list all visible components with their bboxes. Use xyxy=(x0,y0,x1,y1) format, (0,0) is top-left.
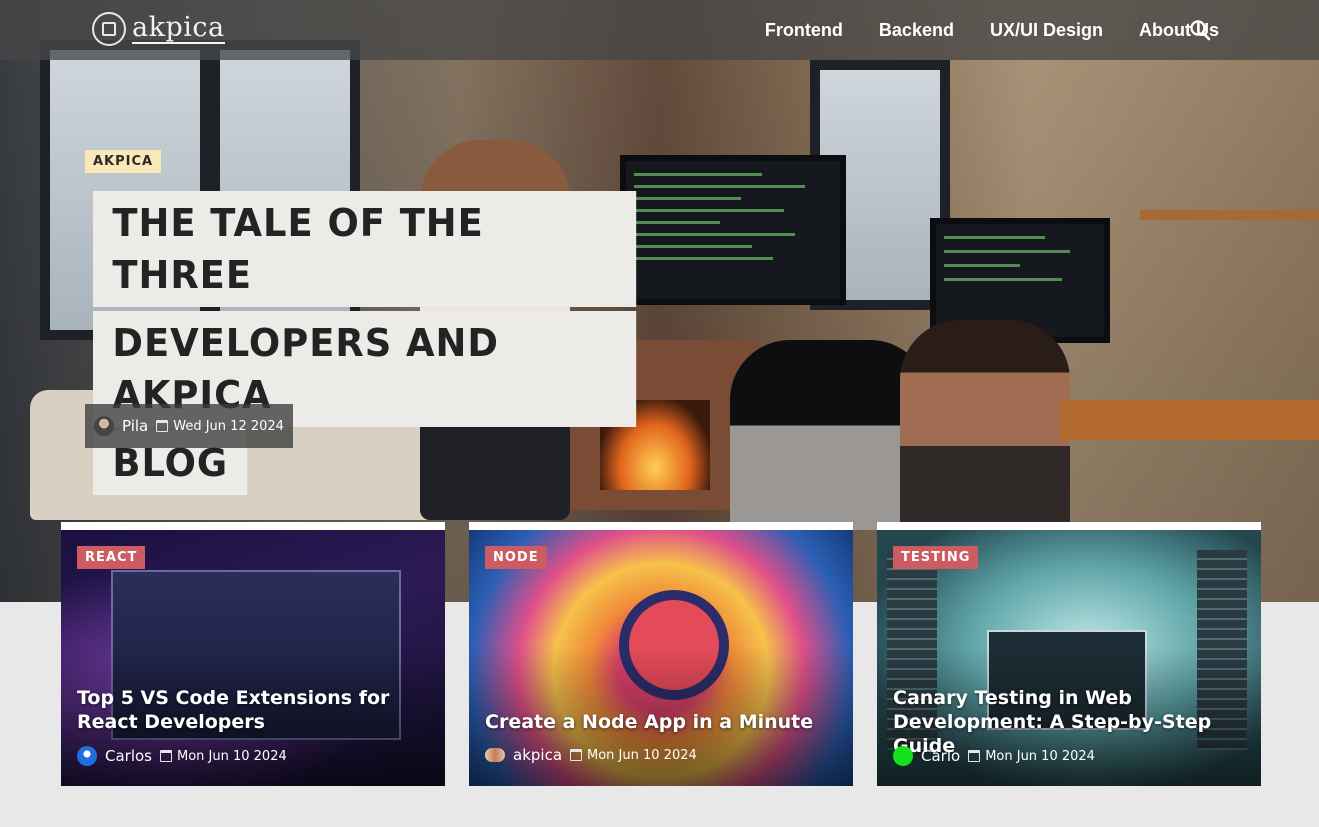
post-date-text: Mon Jun 10 2024 xyxy=(985,748,1095,764)
background-person xyxy=(900,320,1070,530)
post-card-meta: akpica Mon Jun 10 2024 xyxy=(485,746,697,764)
nav-item-ux-ui-design[interactable]: UX/UI Design xyxy=(990,20,1103,41)
background-desk xyxy=(1060,400,1319,440)
logo-text: akpica xyxy=(132,12,225,44)
background-monitor xyxy=(620,155,846,305)
post-card-meta: Carlos Mon Jun 10 2024 xyxy=(77,746,287,766)
post-author[interactable]: Carlos xyxy=(105,747,152,765)
hero-banner[interactable]: AKPICA THE TALE OF THE THREE DEVELOPERS … xyxy=(0,0,1319,602)
nav-item-backend[interactable]: Backend xyxy=(879,20,954,41)
post-author[interactable]: Carlo xyxy=(921,747,960,765)
site-header: akpica Frontend Backend UX/UI Design Abo… xyxy=(0,0,1319,60)
hero-title[interactable]: THE TALE OF THE THREE DEVELOPERS AND AKP… xyxy=(93,191,653,499)
calendar-icon xyxy=(968,750,981,762)
author-avatar[interactable] xyxy=(485,748,505,762)
post-card[interactable]: NODE Create a Node App in a Minute akpic… xyxy=(469,522,853,786)
post-category-badge[interactable]: NODE xyxy=(485,546,547,569)
author-avatar[interactable] xyxy=(77,746,97,766)
hero-post-meta: Pila Wed Jun 12 2024 xyxy=(85,404,293,448)
chip-icon xyxy=(92,12,126,46)
background-shelf xyxy=(1140,210,1319,220)
nav-item-frontend[interactable]: Frontend xyxy=(765,20,843,41)
hero-date: Wed Jun 12 2024 xyxy=(156,419,284,434)
post-card-title[interactable]: Top 5 VS Code Extensions for React Devel… xyxy=(77,686,437,734)
calendar-icon xyxy=(156,420,169,432)
calendar-icon xyxy=(160,750,172,762)
post-date: Mon Jun 10 2024 xyxy=(968,749,1095,764)
author-avatar[interactable] xyxy=(94,416,114,436)
hero-title-line: THE TALE OF THE THREE xyxy=(93,191,637,307)
post-date: Mon Jun 10 2024 xyxy=(160,749,287,764)
hero-author[interactable]: Pila xyxy=(122,417,148,435)
post-card-title[interactable]: Create a Node App in a Minute xyxy=(485,710,845,734)
author-avatar[interactable] xyxy=(893,746,913,766)
post-date-text: Mon Jun 10 2024 xyxy=(177,748,287,764)
post-author[interactable]: akpica xyxy=(513,746,562,764)
search-icon[interactable] xyxy=(1188,18,1212,42)
post-category-badge[interactable]: TESTING xyxy=(893,546,979,569)
post-category-badge[interactable]: REACT xyxy=(77,546,146,569)
hero-category-badge[interactable]: AKPICA xyxy=(85,150,162,173)
post-date-text: Mon Jun 10 2024 xyxy=(587,747,697,763)
main-nav: Frontend Backend UX/UI Design About Us xyxy=(765,0,1219,60)
post-date: Mon Jun 10 2024 xyxy=(570,748,697,763)
post-card[interactable]: TESTING Canary Testing in Web Developmen… xyxy=(877,522,1261,786)
hero-date-text: Wed Jun 12 2024 xyxy=(173,418,284,434)
post-card[interactable]: REACT Top 5 VS Code Extensions for React… xyxy=(61,522,445,786)
calendar-icon xyxy=(570,749,583,761)
site-logo[interactable]: akpica xyxy=(92,12,225,46)
post-card-meta: Carlo Mon Jun 10 2024 xyxy=(893,746,1095,766)
